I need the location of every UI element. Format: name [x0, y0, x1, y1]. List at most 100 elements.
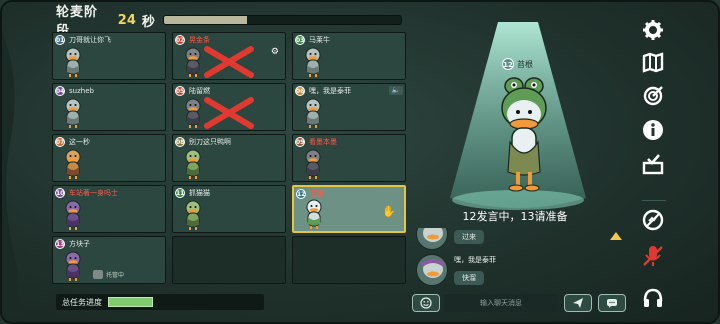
empty-seat	[292, 236, 406, 284]
player-name: suzheb	[69, 87, 94, 95]
mic-toggle-button[interactable]	[638, 242, 668, 270]
player-name: 别刀这只鸭啊	[189, 138, 231, 146]
player-duck-avatar	[181, 148, 205, 180]
left-border-decoration	[2, 32, 19, 322]
player-seat-header: 11 抓猫猫	[175, 187, 283, 199]
no-vote-icon	[642, 209, 664, 231]
phase-header: 轮麦阶段 24 秒	[56, 5, 402, 39]
eliminated-x-icon	[204, 97, 254, 129]
phase-timer-fill	[163, 16, 247, 24]
player-duck-avatar	[301, 148, 325, 180]
player-seat-header: 06 嘿，我是泰菲	[295, 85, 403, 97]
player-seat[interactable]: 02 晃金条 ⚙	[172, 32, 286, 80]
player-number: 07	[55, 137, 65, 147]
game-screen: 轮麦阶段 24 秒 01 刀哥就让你飞 02 晃金条 ⚙ 03 马莱牛 04 suzheb 05 陆…	[0, 0, 720, 324]
player-name: 陆留燃	[189, 87, 210, 95]
phase-countdown: 24	[117, 12, 136, 28]
player-seat-header: 01 刀哥就让你飞	[55, 34, 163, 46]
right-toolbar	[634, 12, 674, 322]
phase-countdown-unit: 秒	[141, 14, 155, 30]
player-seat[interactable]: 06 嘿，我是泰菲 🔈	[292, 83, 406, 131]
player-number: 11	[175, 188, 185, 198]
player-number: 04	[55, 86, 65, 96]
chat-avatar	[416, 254, 448, 286]
target-icon	[643, 86, 663, 106]
speech-bubble-icon	[607, 299, 617, 308]
player-seat[interactable]: 04 suzheb	[52, 83, 166, 131]
player-number: 05	[175, 86, 185, 96]
player-seat[interactable]: 08 别刀这只鸭啊	[172, 134, 286, 182]
player-number: 10	[55, 188, 65, 198]
player-name: 看墨本墨	[309, 138, 337, 146]
auto-play-status: 托管中	[93, 270, 124, 279]
emoji-button[interactable]	[412, 294, 440, 312]
player-seat[interactable]: 12 苔根 ✋	[292, 185, 406, 233]
player-duck-avatar	[61, 46, 85, 78]
player-name: 嘿，我是泰菲	[309, 87, 351, 95]
speaker-stage: 12 苔根	[410, 12, 634, 234]
player-seat[interactable]: 10 车站著一身吗士	[52, 185, 166, 233]
player-number: 01	[55, 35, 65, 45]
send-icon	[573, 298, 583, 308]
player-seat[interactable]: 11 抓猫猫	[172, 185, 286, 233]
auto-play-label: 托管中	[106, 272, 125, 279]
player-duck-avatar	[61, 97, 85, 129]
chat-avatar	[416, 228, 448, 250]
player-name: 这一秒	[69, 138, 90, 146]
player-seat[interactable]: 05 陆留燃	[172, 83, 286, 131]
player-seat[interactable]: 13 方块子托管中	[52, 236, 166, 284]
empty-seat	[172, 236, 286, 284]
chat-input[interactable]	[444, 294, 558, 312]
chat-text: 快溜	[454, 271, 484, 285]
eliminated-x-icon	[204, 46, 254, 78]
speaker-number: 12	[502, 58, 514, 70]
player-number: 02	[175, 35, 185, 45]
quick-phrase-button[interactable]	[598, 294, 626, 312]
player-seat-header: 10 车站著一身吗士	[55, 187, 163, 199]
speaker-duck-avatar	[501, 77, 547, 192]
speaker-tag: 12 苔根	[502, 58, 533, 70]
player-name: 抓猫猫	[189, 189, 210, 197]
speaking-status: 12发言中，13请准备	[462, 210, 568, 223]
speaker-toggle-button[interactable]	[638, 284, 668, 312]
map-icon	[642, 52, 664, 73]
chat-panel[interactable]: 过来 嘿，我是泰菲 快溜	[412, 228, 628, 290]
player-seat-header: 08 别刀这只鸭啊	[175, 136, 283, 148]
phase-timer-bar	[162, 15, 402, 25]
send-button[interactable]	[564, 294, 592, 312]
player-name: 刀哥就让你飞	[69, 36, 111, 44]
mic-off-icon	[643, 246, 663, 266]
chat-sender: 嘿，我是泰菲	[454, 256, 496, 264]
player-grid: 01 刀哥就让你飞 02 晃金条 ⚙ 03 马莱牛 04 suzheb 05 陆留燃 06 嘿，我是泰菲…	[52, 32, 406, 286]
target-button[interactable]	[638, 82, 668, 110]
player-seat-header: 09 看墨本墨	[295, 136, 403, 148]
headphone-icon	[643, 288, 663, 307]
player-seat[interactable]: 07 这一秒	[52, 134, 166, 182]
player-duck-avatar	[301, 46, 325, 78]
player-number: 03	[295, 35, 305, 45]
gear-icon	[643, 20, 663, 40]
player-duck-avatar	[301, 97, 325, 129]
player-seat[interactable]: 01 刀哥就让你飞	[52, 32, 166, 80]
settings-button[interactable]	[638, 16, 668, 44]
player-seat-header: 13 方块子	[55, 238, 163, 250]
skip-vote-button[interactable]	[638, 206, 668, 234]
player-name: 晃金条	[189, 36, 210, 44]
player-duck-avatar	[181, 199, 205, 231]
map-button[interactable]	[638, 48, 668, 76]
player-number: 06	[295, 86, 305, 96]
speaker-name: 苔根	[517, 59, 533, 69]
chat-input-row	[412, 292, 628, 314]
info-button[interactable]	[638, 116, 668, 144]
vote-box-button[interactable]	[638, 150, 668, 178]
chat-scroll-up-icon[interactable]	[610, 232, 622, 240]
task-progress: 总任务进度	[56, 294, 264, 310]
chat-message: 嘿，我是泰菲 快溜	[416, 254, 496, 286]
player-seat[interactable]: 09 看墨本墨	[292, 134, 406, 182]
player-seat[interactable]: 03 马莱牛	[292, 32, 406, 80]
player-number: 09	[295, 137, 305, 147]
player-number: 13	[55, 239, 65, 249]
cog-icon: ⚙	[270, 47, 279, 57]
player-seat-header: 04 suzheb	[55, 85, 163, 97]
player-duck-avatar	[61, 148, 85, 180]
